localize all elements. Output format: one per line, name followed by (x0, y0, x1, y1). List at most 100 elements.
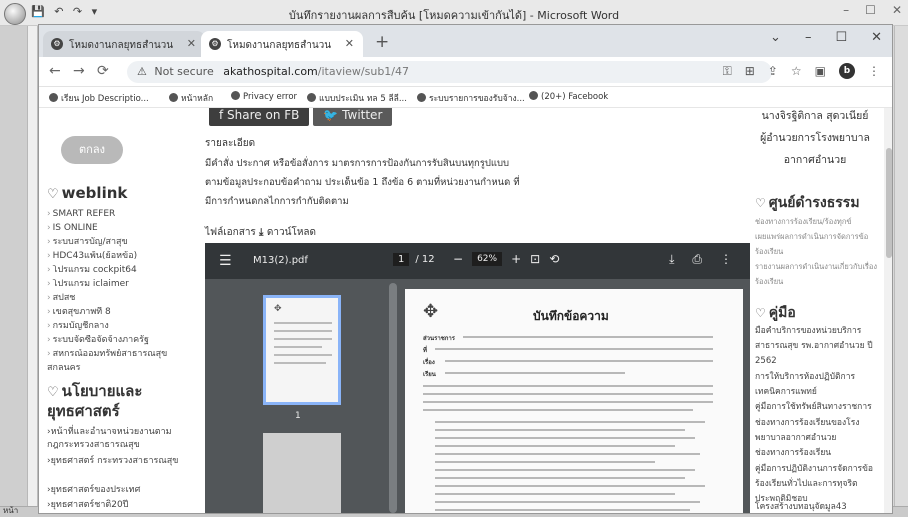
chevron-right-icon: › (47, 321, 51, 331)
maximize-icon[interactable]: ☐ (865, 3, 876, 17)
weblink-item[interactable]: › กรมบัญชีกลาง (47, 321, 179, 331)
fit-page-icon[interactable]: ⊡ (530, 252, 540, 266)
policy-item[interactable]: ›ยุทธศาสตร์ กระทรวงสาธารณสุข (47, 455, 179, 468)
service-item[interactable]: ช่องทางการร้องเรียน/ร้องทุกข์ (755, 214, 879, 229)
word-window-controls[interactable]: – ☐ ✕ (843, 3, 902, 17)
manual-item[interactable]: โครงสร้างบทอนุจัดมูล43 (755, 500, 879, 513)
zoom-out-icon[interactable]: − (453, 252, 463, 266)
bookmark-item[interactable]: แบบประเมิน ทล 5 ลีลี... (307, 91, 407, 105)
back-icon[interactable]: ← (49, 63, 61, 79)
tab-inactive[interactable]: ⚙ โหมดงานกลยุทธสำนวน ✕ (43, 31, 205, 57)
policy-item[interactable]: ›หน้าที่และอำนาจหน่วยงานตามกฎกระทรวงสาธา… (47, 426, 179, 452)
service-item[interactable]: รายงานผลการดำเนินงานเกี่ยวกับเรื่องร้องเ… (755, 259, 879, 289)
service-item[interactable]: เผยแพร่ผลการดำเนินการจัดการข้อร้องเรียน (755, 229, 879, 259)
close-icon[interactable]: ✕ (892, 3, 902, 17)
more-menu-icon[interactable]: ⋮ (868, 64, 880, 78)
browser-window-controls[interactable]: ⌄ – ☐ ✕ (770, 30, 882, 45)
share-facebook-button[interactable]: f Share on FB (209, 108, 310, 126)
bookmark-star-icon[interactable]: ☆ (791, 64, 802, 78)
browser-window: ⚙ โหมดงานกลยุทธสำนวน ✕ ⚙ โหมดงานกลยุทธสำ… (38, 24, 893, 514)
share-icon[interactable]: ⇪ (768, 64, 778, 78)
zoom-in-icon[interactable]: + (511, 252, 521, 266)
bookmark-favicon-icon (169, 93, 178, 102)
rotate-icon[interactable]: ⟲ (549, 252, 559, 266)
chevron-right-icon: › (47, 223, 51, 233)
pdf-page-input[interactable]: 1 (393, 253, 410, 266)
share-twitter-button[interactable]: 🐦 Twitter (313, 108, 393, 126)
weblink-item[interactable]: › สปสช (47, 293, 179, 303)
forward-icon[interactable]: → (73, 63, 85, 79)
site-favicon-icon: ⚙ (209, 38, 221, 50)
memo-text-line (435, 477, 685, 479)
key-icon[interactable]: ⚿ (723, 64, 732, 79)
extensions-icon[interactable]: ▣ (815, 64, 826, 78)
maximize-icon[interactable]: ☐ (835, 30, 847, 45)
thumb-text-line (274, 346, 322, 348)
bookmark-item[interactable]: เรียน Job Descriptio... (49, 91, 149, 105)
chevron-right-icon: › (47, 349, 51, 359)
attachment-row: ไฟล์เอกสาร ⤓ ดาวน์โหลด (205, 225, 316, 240)
bookmark-item[interactable]: Privacy error (231, 91, 297, 102)
memo-text-line (445, 372, 625, 374)
minimize-icon[interactable]: – (805, 30, 812, 45)
policy-title: นโยบายและยุทธศาสตร์ (47, 382, 143, 420)
bookmark-item[interactable]: หน้าหลัก (169, 91, 213, 105)
pdf-toolbar: ☰ M13(2).pdf 1 / 12 − 62% + ⊡ ⟲ ⤓ ⎙ ⋮ (205, 243, 750, 279)
security-label[interactable]: Not secure (154, 65, 213, 78)
profile-avatar[interactable]: b (839, 63, 855, 79)
memo-field-label: ส่วนราชการ (423, 335, 456, 342)
weblink-item[interactable]: › HDC43แพ้น(ย้อหข้อ) (47, 251, 179, 261)
pdf-thumbnail-page-1[interactable]: ✥ (263, 295, 341, 405)
manual-item[interactable]: การให้บริการห้องปฏิบัติการเทคนิคการแพทย์ (755, 370, 879, 400)
translate-icon[interactable]: ⊞ (745, 64, 755, 78)
page-scrollbar-thumb[interactable] (886, 148, 892, 258)
bookmark-favicon-icon (417, 93, 426, 102)
zoom-level-input[interactable]: 62% (472, 252, 503, 266)
warning-icon[interactable]: ⚠ (137, 65, 147, 78)
share-buttons: f Share on FB 🐦 Twitter (209, 108, 393, 126)
menu-icon[interactable]: ☰ (219, 253, 232, 269)
close-tab-icon[interactable]: ✕ (345, 37, 354, 50)
weblink-item-continued[interactable]: สกลนคร (47, 363, 179, 373)
manual-item[interactable]: คู่มือการใช้ทรัพย์สินทางราชการ (755, 400, 879, 415)
bookmark-item[interactable]: ระบบรายการของรับจ้าง... (417, 91, 525, 105)
policy-item[interactable]: ›ยุทธศาสตร์ของประเทศ (47, 484, 179, 497)
bookmark-label: หน้าหลัก (181, 94, 214, 104)
new-tab-button[interactable]: + (375, 32, 389, 52)
bookmark-favicon-icon (529, 91, 538, 100)
thumbnail-scrollbar[interactable] (389, 283, 397, 513)
weblink-item[interactable]: › สหกรณ์ออมทรัพย์สาธารณสุข (47, 349, 179, 359)
pdf-filename: M13(2).pdf (253, 255, 308, 266)
weblink-item[interactable]: › เขตสุขภาพที่ 8 (47, 307, 179, 317)
tab-active[interactable]: ⚙ โหมดงานกลยุทธสำนวน ✕ (201, 31, 363, 57)
weblink-item[interactable]: › ระบบจัดซื้อจัดจ้างภาครัฐ (47, 335, 179, 345)
more-vert-icon[interactable]: ⋮ (720, 252, 732, 267)
manual-item[interactable]: ช่องทางการร้องเรียนของโรงพยาบาลอากาศอำนว… (755, 416, 879, 446)
chevron-right-icon: › (47, 279, 51, 289)
policy-item[interactable]: ›ยุทธศาสตร์ชาติ20ปี (47, 499, 179, 512)
weblink-item[interactable]: › โปรแกรม cockpit64 (47, 265, 179, 275)
word-window-title: บันทึกรายงานผลการสืบค้น [โหมดความเข้ากัน… (288, 9, 620, 22)
bookmark-item[interactable]: (20+) Facebook (529, 91, 608, 102)
manual-item[interactable]: มือคำบริการของหน่วยบริการสาธารณสุข รพ.อา… (755, 324, 879, 369)
close-tab-icon[interactable]: ✕ (187, 37, 196, 50)
address-bar[interactable]: ⚠ Not secure akathospital.com/itaview/su… (127, 61, 772, 83)
print-icon[interactable]: ⎙ (692, 252, 702, 267)
weblink-item[interactable]: › โปรแกรม iclaimer (47, 279, 179, 289)
weblink-item[interactable]: › SMART REFER (47, 209, 179, 219)
weblink-item[interactable]: › IS ONLINE (47, 223, 179, 233)
download-icon[interactable]: ⤓ (669, 252, 674, 267)
download-link[interactable]: ดาวน์โหลด (267, 227, 316, 238)
manual-item[interactable]: ช่องทางการร้องเรียน (755, 446, 879, 461)
minimize-icon[interactable]: – (843, 3, 849, 17)
heart-icon: ♡ (47, 187, 59, 202)
reload-icon[interactable]: ⟳ (97, 63, 109, 79)
tab-search-icon[interactable]: ⌄ (770, 30, 781, 45)
download-icon[interactable]: ⤓ (259, 227, 267, 238)
weblink-item[interactable]: › ระบบสารบัญ/สาสุข (47, 237, 179, 247)
memo-text-line (435, 461, 655, 463)
close-icon[interactable]: ✕ (871, 30, 882, 45)
word-scrollbar[interactable] (894, 26, 908, 517)
pdf-thumbnail-page-2[interactable] (263, 433, 341, 513)
login-button[interactable]: ตกลง (61, 136, 123, 164)
